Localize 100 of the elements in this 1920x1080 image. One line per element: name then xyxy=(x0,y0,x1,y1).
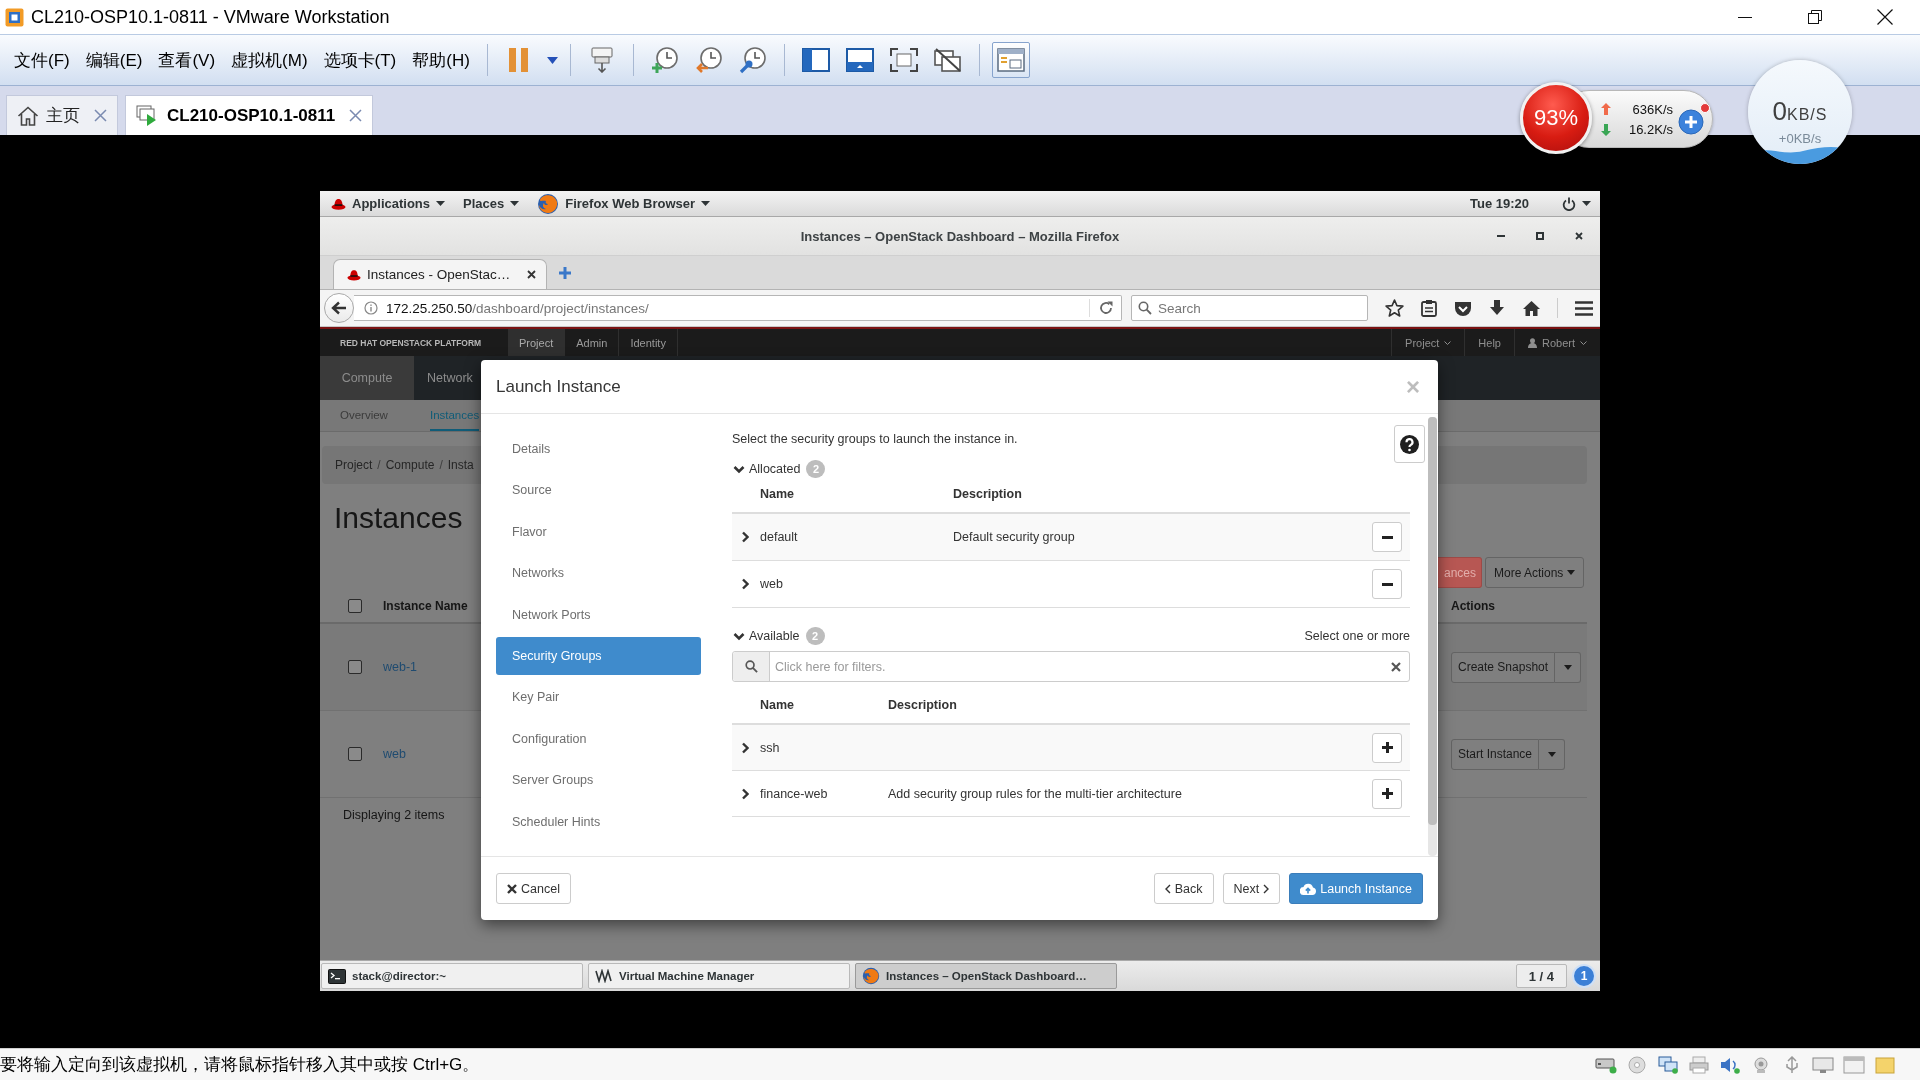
question-circle-icon[interactable] xyxy=(1400,434,1419,454)
notification-badge[interactable]: 1 xyxy=(1572,964,1596,988)
menu-item[interactable]: 编辑(E) xyxy=(77,44,151,76)
taskbar-button[interactable]: stack@director:~ xyxy=(321,963,583,989)
minimize-icon[interactable] xyxy=(1496,235,1505,237)
clear-icon[interactable] xyxy=(1391,661,1401,672)
search-field[interactable]: Search xyxy=(1131,295,1368,321)
close-icon[interactable] xyxy=(527,270,536,279)
menu-item[interactable]: 选项卡(T) xyxy=(315,44,405,76)
home-icon[interactable] xyxy=(1522,299,1541,317)
taskbar-button[interactable]: Instances – OpenStack Dashboard… xyxy=(855,963,1117,989)
remove-button[interactable] xyxy=(1372,569,1402,599)
wizard-step[interactable]: Network Ports xyxy=(496,595,701,634)
checkbox[interactable] xyxy=(348,660,362,674)
add-button[interactable] xyxy=(1372,778,1402,809)
wizard-step[interactable]: Security Groups xyxy=(496,636,701,675)
close-icon[interactable] xyxy=(1574,232,1583,240)
launch-button[interactable]: Launch Instance xyxy=(1289,873,1423,904)
cloud-upload-icon xyxy=(1300,882,1317,895)
tab[interactable]: 主页 xyxy=(6,95,118,135)
wizard-step[interactable]: Configuration xyxy=(496,719,701,758)
minimize-icon[interactable] xyxy=(1738,16,1752,18)
sidebar-window-icon[interactable] xyxy=(801,48,830,72)
close-icon[interactable] xyxy=(1877,9,1893,25)
column-header: Description xyxy=(953,487,1022,501)
restore-icon[interactable] xyxy=(1808,10,1822,24)
taskbar-button[interactable]: Virtual Machine Manager xyxy=(588,963,850,989)
plus-icon[interactable] xyxy=(1381,742,1393,753)
chevron-right-icon[interactable] xyxy=(741,531,749,543)
help-button[interactable] xyxy=(1394,425,1425,463)
chevron-right-icon[interactable] xyxy=(741,741,749,754)
caret-icon[interactable] xyxy=(547,56,559,64)
cancel-button[interactable]: Cancel xyxy=(496,873,571,904)
wizard-step[interactable]: Key Pair xyxy=(496,678,701,717)
plus-icon[interactable] xyxy=(1381,788,1393,799)
breadcrumb-link[interactable]: Compute xyxy=(385,458,435,472)
dropdown-toggle-button[interactable] xyxy=(1555,651,1582,683)
bottom-bar-window-icon[interactable] xyxy=(845,48,874,72)
tab[interactable]: CL210-OSP10.1-0811 xyxy=(125,95,374,135)
chevron-right-icon[interactable] xyxy=(741,578,749,590)
row-action-button[interactable]: Start Instance xyxy=(1451,738,1540,770)
info-icon[interactable] xyxy=(364,301,378,315)
breadcrumb-link[interactable]: Project xyxy=(335,458,373,472)
checkbox[interactable] xyxy=(348,747,362,761)
add-button[interactable] xyxy=(1372,732,1402,763)
address-field[interactable]: 172.25.250.50/dashboard/project/instances/ xyxy=(354,295,1122,321)
window-icon[interactable] xyxy=(996,48,1025,72)
menu-item[interactable]: 帮助(H) xyxy=(404,44,478,76)
wizard-step[interactable]: Networks xyxy=(496,554,701,593)
panel-menu[interactable]: Applications xyxy=(322,191,454,216)
back-button[interactable]: Back xyxy=(1153,873,1214,904)
dropdown-button[interactable]: More Actions xyxy=(1485,557,1585,588)
computer-arrow-icon[interactable] xyxy=(588,47,615,73)
crossed-window-icon[interactable] xyxy=(933,48,962,72)
menu-icon[interactable] xyxy=(1575,300,1593,316)
corners-icon[interactable] xyxy=(889,48,918,72)
speaker-icon[interactable] xyxy=(1719,1055,1741,1074)
panel-tab[interactable]: Compute xyxy=(320,356,414,400)
caret-icon[interactable] xyxy=(1547,751,1556,757)
minus-icon[interactable] xyxy=(1381,535,1393,539)
wizard-step[interactable]: Source xyxy=(496,471,701,510)
reload-icon[interactable] xyxy=(1099,301,1113,315)
workspace-switcher[interactable]: 1 / 4 xyxy=(1515,964,1567,988)
shield-chevron-icon[interactable] xyxy=(1454,299,1472,317)
menu-item[interactable]: 文件(F) xyxy=(6,44,78,76)
clock[interactable]: Tue 19:20 xyxy=(1470,196,1529,211)
filter-field[interactable]: Click here for filters. xyxy=(732,651,1410,682)
caret-icon[interactable] xyxy=(1563,664,1572,670)
browser-tab[interactable]: Instances - OpenStac… xyxy=(333,259,547,289)
chevron-right-icon[interactable] xyxy=(741,787,749,800)
hard-disk-icon[interactable] xyxy=(1595,1055,1617,1074)
wizard-step[interactable]: Flavor xyxy=(496,512,701,551)
dropdown-toggle-button[interactable] xyxy=(1539,738,1566,770)
row-action-button[interactable]: Create Snapshot xyxy=(1451,651,1556,683)
wizard-step[interactable]: Scheduler Hints xyxy=(496,802,701,841)
console-view-button[interactable] xyxy=(991,42,1030,78)
nav-tab[interactable]: Project xyxy=(508,329,566,356)
star-icon[interactable] xyxy=(1385,299,1404,317)
arrow-left-icon[interactable] xyxy=(331,301,347,315)
maximize-icon[interactable] xyxy=(1535,232,1544,240)
panel-menu[interactable]: Firefox Web Browser xyxy=(528,191,719,216)
network-icon[interactable] xyxy=(1657,1055,1679,1074)
wizard-step[interactable]: Server Groups xyxy=(496,761,701,800)
menu-item[interactable]: 查看(V) xyxy=(150,44,224,76)
remove-button[interactable] xyxy=(1372,522,1402,552)
plus-circle-icon[interactable] xyxy=(1678,109,1704,135)
download-icon[interactable] xyxy=(1489,299,1505,317)
clipboard-icon[interactable] xyxy=(1421,299,1437,317)
display-icon[interactable] xyxy=(1812,1055,1834,1074)
breadcrumb-link[interactable]: Insta xyxy=(447,458,474,472)
section-toggle[interactable]: Available 2 xyxy=(732,627,825,645)
back-button[interactable] xyxy=(324,293,354,323)
menu-item[interactable]: 虚拟机(M) xyxy=(223,44,316,76)
next-button[interactable]: Next xyxy=(1222,873,1281,904)
minus-icon[interactable] xyxy=(1381,582,1393,586)
panel-menu[interactable]: Places xyxy=(454,191,529,216)
section-toggle[interactable]: Allocated 2 xyxy=(732,460,826,478)
scrollbar[interactable] xyxy=(1428,417,1437,856)
wizard-step[interactable]: Details xyxy=(496,430,701,468)
checkbox[interactable] xyxy=(348,598,362,613)
